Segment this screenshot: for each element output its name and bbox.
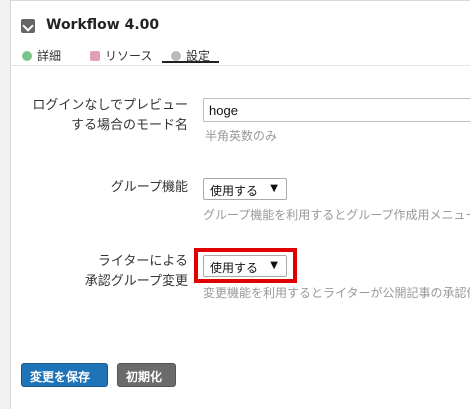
preview-mode-input[interactable] (203, 98, 470, 122)
writer-approval-label-line2: 承認グループ変更 (84, 274, 188, 289)
group-feature-select[interactable]: 使用する ▼ (203, 178, 287, 200)
reset-button[interactable]: 初期化 (117, 363, 176, 387)
tab-details-label: 詳細 (37, 49, 62, 63)
settings-panel (10, 0, 470, 409)
save-button[interactable]: 変更を保存 (21, 363, 108, 387)
highlight-box (194, 248, 297, 283)
resources-icon (90, 50, 100, 61)
app-title: Workflow 4.00 (46, 17, 160, 33)
group-feature-label: グループ機能 (110, 180, 188, 195)
group-feature-hint: グループ機能を利用するとグループ作成用メニュー (203, 208, 470, 222)
preview-mode-label-line1: ログインなしでプレビュー (32, 98, 188, 113)
writer-approval-label-line1: ライターによる (97, 254, 188, 269)
tab-divider (10, 65, 470, 66)
workflow-icon (21, 19, 35, 33)
settings-icon (171, 50, 181, 61)
tab-details[interactable]: 詳細 (22, 47, 61, 64)
tab-resources-label: リソース (105, 49, 153, 63)
writer-approval-hint: 変更機能を利用するとライターが公開記事の承認依 (203, 286, 470, 300)
details-icon (22, 50, 32, 61)
preview-mode-label-line2: する場合のモード名 (70, 118, 188, 133)
active-tab-indicator (162, 61, 219, 63)
dropdown-arrow-icon: ▼ (270, 183, 278, 194)
preview-mode-label: ログインなしでプレビュー する場合のモード名 (30, 96, 188, 136)
preview-mode-hint: 半角英数のみ (205, 129, 278, 143)
tab-resources[interactable]: リソース (90, 47, 152, 64)
writer-approval-label: ライターによる 承認グループ変更 (60, 252, 188, 292)
group-feature-selected: 使用する (210, 184, 259, 198)
